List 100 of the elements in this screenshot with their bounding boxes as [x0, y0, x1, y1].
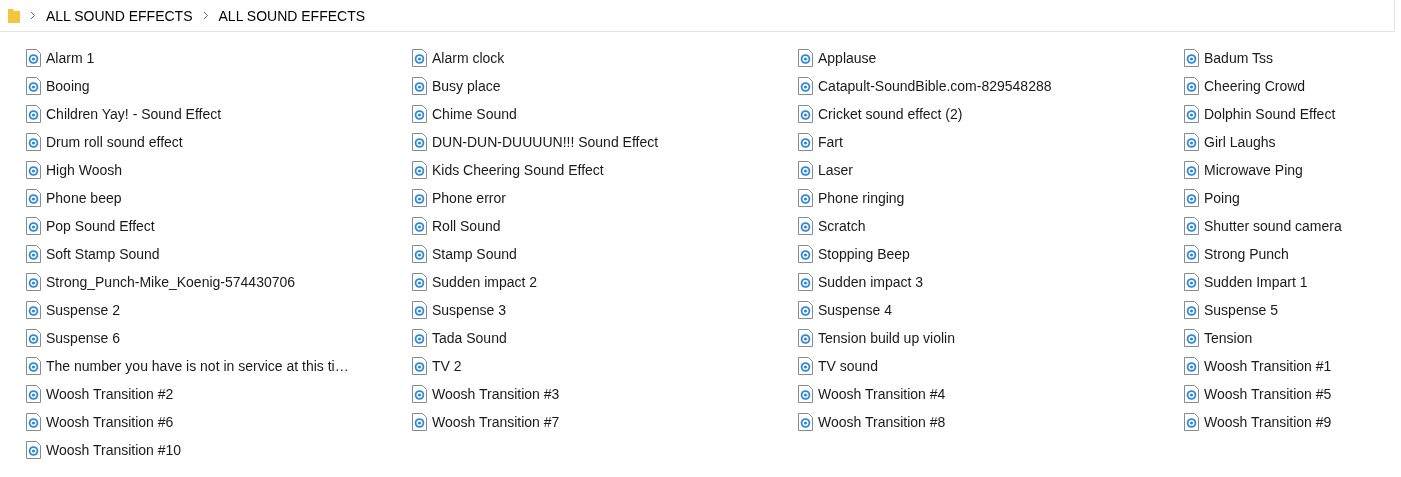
audio-file-icon	[412, 76, 427, 95]
file-name[interactable]: Sudden impact 2	[432, 273, 538, 290]
file-name[interactable]: Strong_Punch-Mike_Koenig-574430706	[46, 273, 296, 290]
audio-file-icon	[798, 272, 813, 291]
audio-file-icon	[798, 300, 813, 319]
file-name[interactable]: Woosh Transition #4	[818, 385, 946, 402]
file-name[interactable]: Stopping Beep	[818, 245, 910, 262]
file-name[interactable]: Suspense 6	[46, 329, 120, 346]
chevron-icon	[202, 11, 209, 20]
file-name[interactable]: Woosh Transition #7	[432, 413, 560, 430]
audio-file-icon	[798, 412, 813, 431]
audio-file-icon	[798, 384, 813, 403]
file-name[interactable]: Suspense 5	[1204, 301, 1278, 318]
audio-file-icon	[26, 160, 41, 179]
file-name[interactable]: TV 2	[432, 357, 462, 374]
audio-file-icon	[798, 244, 813, 263]
file-name[interactable]: Sudden impact 3	[818, 273, 924, 290]
audio-file-icon	[26, 384, 41, 403]
file-name[interactable]: Phone beep	[46, 189, 122, 206]
file-name[interactable]: Chime Sound	[432, 105, 517, 122]
file-name[interactable]: Drum roll sound effect	[46, 133, 183, 150]
file-name[interactable]: TV sound	[818, 357, 878, 374]
audio-file-icon	[798, 216, 813, 235]
file-name[interactable]: Roll Sound	[432, 217, 501, 234]
file-name[interactable]: Alarm 1	[46, 49, 95, 66]
audio-file-icon	[412, 48, 427, 67]
breadcrumb-item[interactable]: ALL SOUND EFFECTS	[46, 7, 193, 24]
file-name[interactable]: DUN-DUN-DUUUUN!!! Sound Effect	[432, 133, 659, 150]
file-name[interactable]: Woosh Transition #10	[46, 441, 182, 458]
file-name[interactable]: Badum Tss	[1204, 49, 1273, 66]
file-name[interactable]: Tension build up violin	[818, 329, 955, 346]
file-name[interactable]: Woosh Transition #9	[1204, 413, 1332, 430]
file-name[interactable]: Woosh Transition #1	[1204, 357, 1332, 374]
audio-file-icon	[26, 328, 41, 347]
audio-file-icon	[26, 300, 41, 319]
file-name[interactable]: Tension	[1204, 329, 1253, 346]
file-name[interactable]: Shutter sound camera	[1204, 217, 1342, 234]
file-name[interactable]: Stamp Sound	[432, 245, 517, 262]
file-name[interactable]: Catapult-SoundBible.com-829548288	[818, 77, 1052, 94]
file-name[interactable]: Busy place	[432, 77, 501, 94]
file-name[interactable]: Woosh Transition #8	[818, 413, 946, 430]
file-name[interactable]: Cheering Crowd	[1204, 77, 1306, 94]
file-name[interactable]: Poing	[1204, 189, 1240, 206]
audio-file-icon	[412, 104, 427, 123]
audio-file-icon	[26, 244, 41, 263]
audio-file-icon	[412, 356, 427, 375]
audio-file-icon	[1184, 188, 1199, 207]
audio-file-icon	[1184, 76, 1199, 95]
file-name[interactable]: Sudden Impart 1	[1204, 273, 1308, 290]
file-name[interactable]: Children Yay! - Sound Effect	[46, 105, 222, 122]
audio-file-icon	[798, 356, 813, 375]
breadcrumb-item[interactable]: ALL SOUND EFFECTS	[218, 7, 366, 24]
file-name[interactable]: Tada Sound	[432, 329, 507, 346]
file-name[interactable]: Fart	[818, 133, 843, 150]
file-name[interactable]: Phone ringing	[818, 189, 905, 206]
file-name[interactable]: Cricket sound effect (2)	[818, 105, 963, 122]
audio-file-icon	[1184, 244, 1199, 263]
file-name[interactable]: Phone error	[432, 189, 506, 206]
audio-file-icon	[26, 440, 41, 459]
file-name[interactable]: Dolphin Sound Effect	[1204, 105, 1336, 122]
audio-file-icon	[26, 216, 41, 235]
file-name[interactable]: Soft Stamp Sound	[46, 245, 160, 262]
audio-file-icon	[1184, 412, 1199, 431]
file-name[interactable]: The number you have is not in service at this ti…	[46, 357, 349, 374]
audio-file-icon	[412, 244, 427, 263]
file-name[interactable]: Girl Laughs	[1204, 133, 1276, 150]
audio-file-icon	[798, 48, 813, 67]
file-name[interactable]: Suspense 3	[432, 301, 506, 318]
audio-file-icon	[412, 160, 427, 179]
file-name[interactable]: Microwave Ping	[1204, 161, 1303, 178]
audio-file-icon	[26, 356, 41, 375]
file-name[interactable]: Woosh Transition #2	[46, 385, 174, 402]
file-name[interactable]: Suspense 4	[818, 301, 892, 318]
audio-file-icon	[798, 104, 813, 123]
audio-file-icon	[798, 76, 813, 95]
audio-file-icon	[412, 216, 427, 235]
audio-file-icon	[412, 132, 427, 151]
audio-file-icon	[26, 76, 41, 95]
audio-file-icon	[798, 188, 813, 207]
audio-file-icon	[1184, 272, 1199, 291]
file-name[interactable]: Woosh Transition #5	[1204, 385, 1332, 402]
file-name[interactable]: Laser	[818, 161, 854, 178]
file-name[interactable]: High Woosh	[46, 161, 122, 178]
file-name[interactable]: Woosh Transition #6	[46, 413, 174, 430]
file-name[interactable]: Applause	[818, 49, 877, 66]
audio-file-icon	[26, 412, 41, 431]
audio-file-icon	[1184, 216, 1199, 235]
file-name[interactable]: Strong Punch	[1204, 245, 1289, 262]
file-name[interactable]: Suspense 2	[46, 301, 120, 318]
file-name[interactable]: Pop Sound Effect	[46, 217, 155, 234]
file-name[interactable]: Woosh Transition #3	[432, 385, 560, 402]
file-name[interactable]: Booing	[46, 77, 90, 94]
file-name[interactable]: Scratch	[818, 217, 866, 234]
audio-file-icon	[1184, 328, 1199, 347]
folder-icon	[8, 7, 20, 24]
file-name[interactable]: Alarm clock	[432, 49, 505, 66]
audio-file-icon	[1184, 356, 1199, 375]
file-name[interactable]: Kids Cheering Sound Effect	[432, 161, 604, 178]
audio-file-icon	[26, 104, 41, 123]
audio-file-icon	[412, 272, 427, 291]
